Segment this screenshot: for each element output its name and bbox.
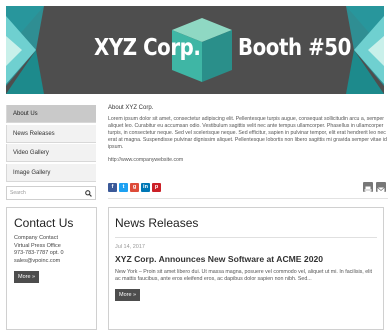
content-divider xyxy=(108,198,388,199)
share-bar: f t g in p xyxy=(108,183,161,192)
news-box: News Releases Jul 14, 2017 XYZ Corp. Ann… xyxy=(108,207,384,330)
news-headline-link[interactable]: XYZ Corp. Announces New Software at ACME… xyxy=(115,254,377,264)
print-icon[interactable] xyxy=(363,182,373,194)
banner-title-company: XYZ Corp. xyxy=(94,35,201,61)
sidebar-item-video-gallery[interactable]: Video Gallery xyxy=(6,144,96,162)
sidebar-item-news-releases[interactable]: News Releases xyxy=(6,124,96,143)
facebook-icon[interactable]: f xyxy=(108,183,117,192)
twitter-icon[interactable]: t xyxy=(119,183,128,192)
sidebar-item-about-us[interactable]: About Us xyxy=(6,105,96,123)
google-plus-icon[interactable]: g xyxy=(130,183,139,192)
search-placeholder: Search xyxy=(10,190,26,196)
news-date: Jul 14, 2017 xyxy=(115,244,145,250)
linkedin-icon[interactable]: in xyxy=(141,183,150,192)
news-section-title: News Releases xyxy=(115,216,199,230)
about-body: Lorem ipsum dolor sit amet, consectetur … xyxy=(108,116,387,150)
news-divider xyxy=(115,237,377,238)
banner-title-booth: Booth #50 xyxy=(238,35,351,61)
search-icon[interactable] xyxy=(85,189,92,197)
email-icon[interactable] xyxy=(376,182,386,193)
page-tools xyxy=(363,182,386,194)
about-section: About XYZ Corp. Lorem ipsum dolor sit am… xyxy=(108,105,388,163)
header-banner: XYZ Corp. Booth #50 xyxy=(6,6,384,94)
search-input[interactable]: Search xyxy=(6,186,96,200)
contact-office: Virtual Press Office xyxy=(14,242,61,249)
contact-title: Contact Us xyxy=(14,216,74,230)
sidebar-nav: About Us News Releases Video Gallery Ima… xyxy=(6,105,96,183)
news-excerpt: New York – Proin sit amet libero dui. Ut… xyxy=(115,269,373,283)
contact-phone: 973-783-7787 opt. 0 xyxy=(14,250,64,256)
contact-name: Company Contact xyxy=(14,235,59,241)
pinterest-icon[interactable]: p xyxy=(152,183,161,192)
news-more-button[interactable]: More » xyxy=(115,289,141,302)
about-heading: About XYZ Corp. xyxy=(108,105,154,111)
contact-box: Contact Us Company Contact Virtual Press… xyxy=(6,207,97,330)
sidebar-item-image-gallery[interactable]: Image Gallery xyxy=(6,163,96,182)
contact-email[interactable]: sales@vpoinc.com xyxy=(14,258,89,266)
contact-more-button[interactable]: More » xyxy=(14,271,40,283)
company-website-link[interactable]: http://www.companywebsite.com xyxy=(108,157,388,163)
